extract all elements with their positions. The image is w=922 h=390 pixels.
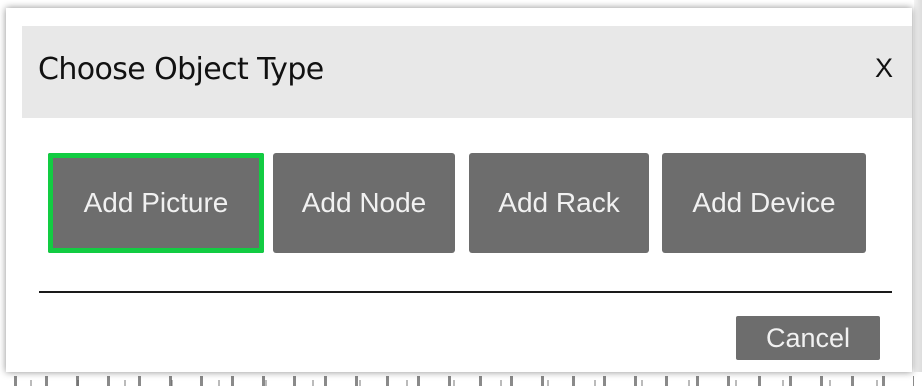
- cancel-button[interactable]: Cancel: [736, 316, 880, 360]
- add-node-button[interactable]: Add Node: [273, 153, 455, 253]
- close-button[interactable]: X: [870, 50, 898, 86]
- add-picture-button[interactable]: Add Picture: [48, 153, 264, 253]
- dialog-divider: [39, 291, 892, 293]
- add-rack-button[interactable]: Add Rack: [469, 153, 649, 253]
- backdrop-scrollbar-edge: [914, 0, 922, 390]
- add-device-button[interactable]: Add Device: [662, 153, 866, 253]
- dialog-title: Choose Object Type: [38, 52, 324, 87]
- choose-object-type-dialog: Choose Object Type X Add Picture Add Nod…: [6, 8, 912, 372]
- backdrop-ruler-minor-marks: [30, 380, 910, 386]
- dialog-header: Choose Object Type X: [22, 26, 912, 118]
